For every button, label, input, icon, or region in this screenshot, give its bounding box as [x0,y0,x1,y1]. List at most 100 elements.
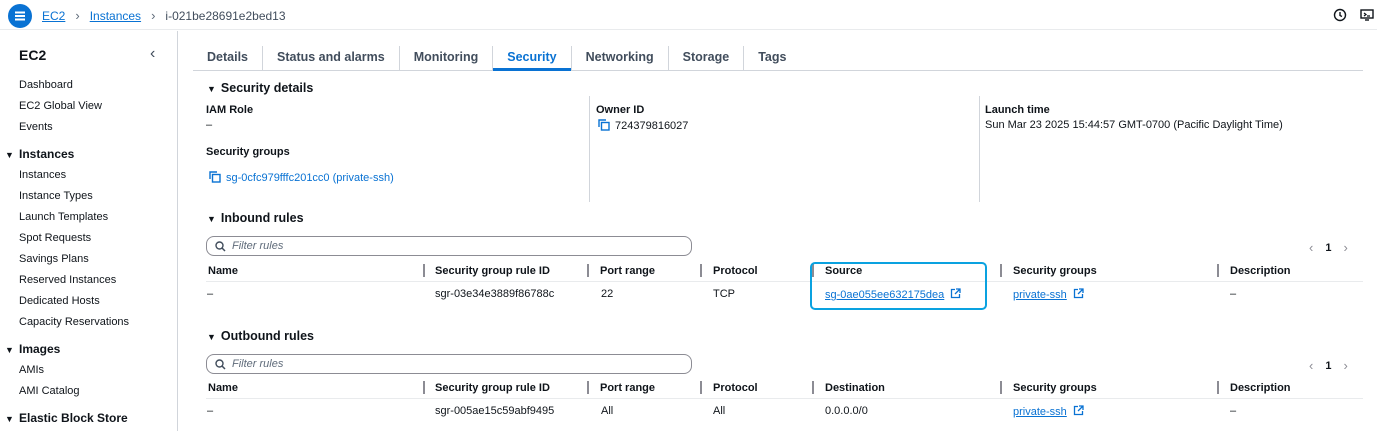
outbound-filter[interactable] [206,354,692,374]
tab-storage[interactable]: Storage [669,46,745,70]
external-link-icon[interactable] [1073,288,1084,299]
column-header-name[interactable]: Name [208,382,238,394]
column-divider[interactable] [700,381,702,394]
sidebar-item-dashboard[interactable]: Dashboard [19,79,73,91]
breadcrumb-ec2[interactable]: EC2 [42,9,65,23]
sidebar-item-ami-catalog[interactable]: AMI Catalog [19,385,80,397]
chevron-right-icon: › [151,8,156,23]
column-divider[interactable] [812,381,814,394]
security-details-toggle[interactable]: ▼ Security details [207,81,313,95]
row-divider [206,281,1363,282]
column-header-description[interactable]: Description [1230,265,1291,277]
chevron-right-icon: › [75,8,80,23]
column-divider[interactable] [587,264,589,277]
copy-icon[interactable] [209,171,221,183]
outbound-row-name: – [207,405,214,417]
column-divider[interactable] [423,264,425,277]
column-header-port-range[interactable]: Port range [600,382,655,394]
column-divider[interactable] [1217,381,1219,394]
sidebar-item-instance-types[interactable]: Instance Types [19,190,93,202]
inbound-pagination: ‹ 1 › [1309,240,1348,255]
breadcrumb-instances[interactable]: Instances [90,9,141,23]
security-group-link[interactable]: private-ssh [1013,289,1067,301]
column-header-protocol[interactable]: Protocol [713,265,758,277]
search-icon [215,240,226,252]
column-header-security-groups[interactable]: Security groups [1013,265,1097,277]
sidebar-item-spot-requests[interactable]: Spot Requests [19,232,91,244]
security-groups-value: sg-0cfc979fffc201cc0 (private-ssh) [209,171,394,184]
column-header-description[interactable]: Description [1230,382,1291,394]
tab-security[interactable]: Security [493,46,572,71]
column-divider[interactable] [1217,264,1219,277]
sidebar-section-ebs[interactable]: ▼ Elastic Block Store [5,411,128,425]
copy-icon[interactable] [598,119,610,131]
tab-networking[interactable]: Networking [572,46,669,70]
section-label: Instances [19,147,75,161]
owner-id-text: 724379816027 [615,120,689,132]
sidebar-item-savings-plans[interactable]: Savings Plans [19,253,89,265]
outbound-row-security-group[interactable]: private-ssh [1013,405,1084,418]
column-divider[interactable] [423,381,425,394]
launch-time-label: Launch time [985,104,1050,116]
outbound-filter-input[interactable] [232,358,672,370]
security-group-link[interactable]: private-ssh [1013,406,1067,418]
notifications-icon[interactable] [1333,8,1347,22]
cloudshell-icon[interactable] [1360,8,1374,22]
inbound-row-name: – [207,288,214,300]
column-header-rule-id[interactable]: Security group rule ID [435,382,550,394]
sidebar-item-instances[interactable]: Instances [19,169,66,181]
outbound-rules-toggle[interactable]: ▼ Outbound rules [207,329,314,343]
tab-details[interactable]: Details [193,46,263,70]
inbound-row-protocol: TCP [713,288,735,300]
outbound-row-destination: 0.0.0.0/0 [825,405,868,417]
inbound-row-description: – [1230,288,1237,300]
page-number[interactable]: 1 [1325,360,1331,372]
tab-monitoring[interactable]: Monitoring [400,46,494,70]
tab-status-and-alarms[interactable]: Status and alarms [263,46,400,70]
inbound-rules-toggle[interactable]: ▼ Inbound rules [207,211,304,225]
sidebar-item-reserved-instances[interactable]: Reserved Instances [19,274,116,286]
column-header-name[interactable]: Name [208,265,238,277]
chevron-right-icon[interactable]: › [1343,358,1347,373]
sidebar-item-dedicated-hosts[interactable]: Dedicated Hosts [19,295,100,307]
sidebar-item-amis[interactable]: AMIs [19,364,44,376]
sidebar-item-launch-templates[interactable]: Launch Templates [19,211,108,223]
column-header-protocol[interactable]: Protocol [713,382,758,394]
column-header-security-groups[interactable]: Security groups [1013,382,1097,394]
sidebar-section-instances[interactable]: ▼ Instances [5,147,74,161]
column-divider[interactable] [700,264,702,277]
sidebar-title: EC2 [19,47,47,63]
chevron-right-icon[interactable]: › [1343,240,1347,255]
chevron-left-icon[interactable]: ‹ [1309,240,1313,255]
column-header-destination[interactable]: Destination [825,382,885,394]
column-header-rule-id[interactable]: Security group rule ID [435,265,550,277]
sidebar-item-global-view[interactable]: EC2 Global View [19,100,102,112]
sidebar-section-images[interactable]: ▼ Images [5,342,60,356]
sidebar-item-capacity-reservations[interactable]: Capacity Reservations [19,316,129,328]
menu-icon[interactable] [8,4,32,28]
security-groups-label: Security groups [206,146,290,158]
caret-down-icon: ▼ [5,345,14,355]
caret-down-icon: ▼ [5,414,14,424]
divider [589,96,590,202]
tab-tags[interactable]: Tags [744,46,800,70]
column-divider[interactable] [1000,381,1002,394]
column-header-port-range[interactable]: Port range [600,265,655,277]
inbound-row-security-group[interactable]: private-ssh [1013,288,1084,301]
security-group-link[interactable]: sg-0cfc979fffc201cc0 (private-ssh) [226,172,394,184]
page-number[interactable]: 1 [1325,242,1331,254]
column-divider[interactable] [1000,264,1002,277]
divider [979,96,980,202]
close-sidebar-icon[interactable]: ‹ [150,45,155,63]
inbound-filter-input[interactable] [232,240,672,252]
column-divider[interactable] [587,381,589,394]
search-icon [215,358,226,370]
security-details-heading: Security details [220,81,314,95]
sidebar-item-events[interactable]: Events [19,121,53,133]
row-divider [206,398,1363,399]
chevron-left-icon[interactable]: ‹ [1309,358,1313,373]
external-link-icon[interactable] [1073,405,1084,416]
owner-id-label: Owner ID [596,104,645,116]
outbound-row-description: – [1230,405,1237,417]
inbound-filter[interactable] [206,236,692,256]
